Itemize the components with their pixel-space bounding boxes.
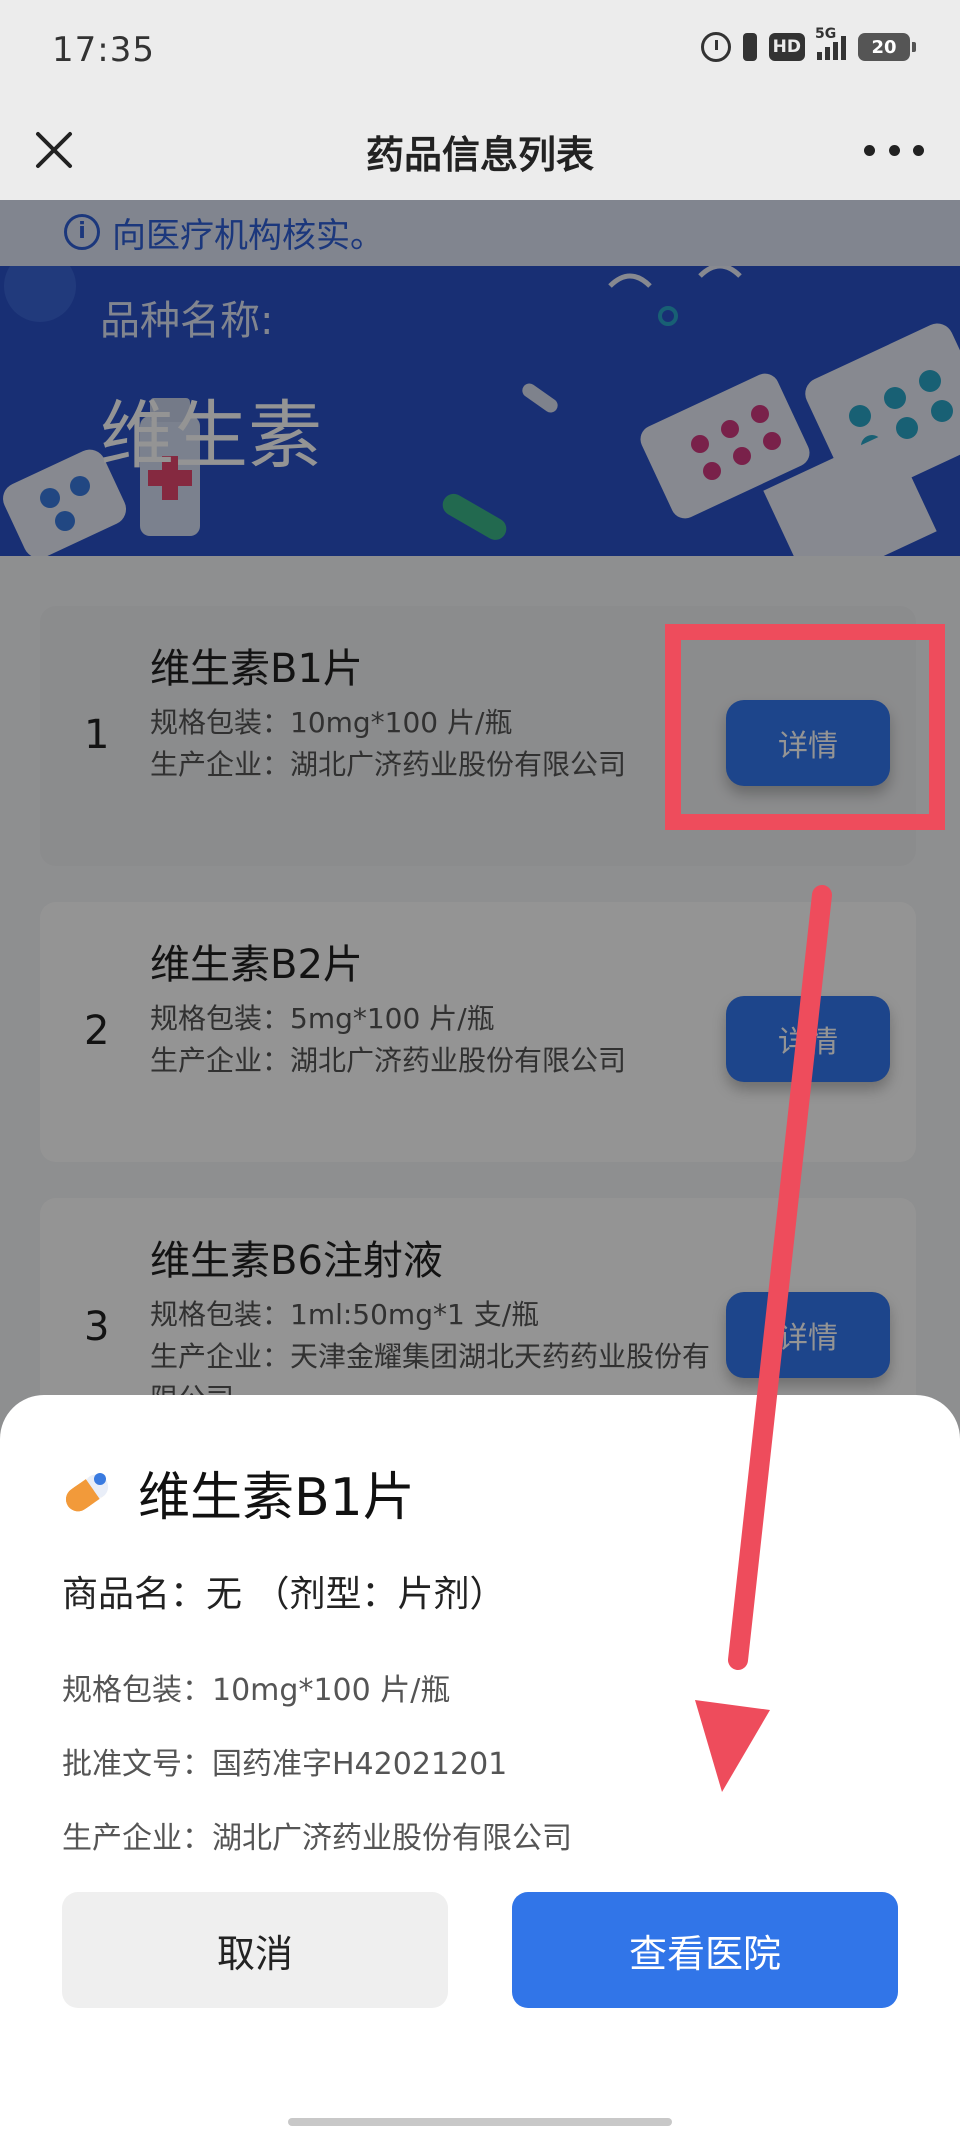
sheet-header: 维生素B1片 <box>60 1455 415 1530</box>
page-title: 药品信息列表 <box>365 133 594 177</box>
nav-bar: 药品信息列表 <box>0 100 960 200</box>
alarm-icon <box>700 32 731 62</box>
status-time: 17:35 <box>52 30 155 70</box>
status-icons: HD 5G 20 <box>700 26 916 62</box>
status-bar: 17:35 HD 5G 20 <box>0 0 960 100</box>
drug-detail-sheet: 维生素B1片 商品名：无 （剂型：片剂） 规格包装：10mg*100 片/瓶 批… <box>0 1395 960 2133</box>
battery-icon: 20 <box>858 33 916 61</box>
manufacturer-field: 生产企业：湖北广济药业股份有限公司 <box>62 1821 572 1856</box>
spec-field: 规格包装：10mg*100 片/瓶 <box>62 1673 451 1708</box>
more-dots-icon[interactable] <box>864 124 924 176</box>
approval-number-field: 批准文号：国药准字H42021201 <box>62 1747 508 1782</box>
trade-name: 商品名：无 （剂型：片剂） <box>62 1574 506 1615</box>
cancel-button[interactable]: 取消 <box>62 1892 448 2008</box>
pill-icon <box>65 1469 113 1511</box>
view-hospital-button[interactable]: 查看医院 <box>512 1892 898 2008</box>
sheet-title: 维生素B1片 <box>138 1468 415 1528</box>
hd-icon: HD <box>768 33 805 61</box>
signal-5g-icon: 5G <box>815 26 846 60</box>
network-label: 5G <box>815 26 837 42</box>
annotation-highlight-box <box>665 624 945 830</box>
vibrate-icon <box>742 33 757 61</box>
home-indicator[interactable] <box>288 2118 672 2126</box>
